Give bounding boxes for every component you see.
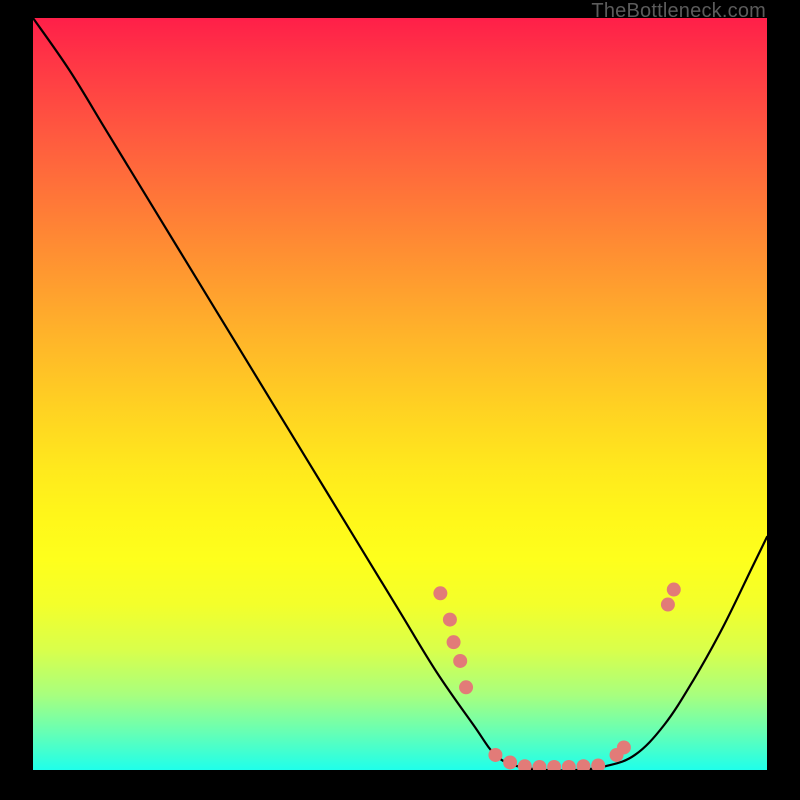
data-point	[453, 654, 467, 668]
data-point	[518, 759, 532, 770]
data-point	[503, 755, 517, 769]
data-point	[532, 760, 546, 770]
data-point	[617, 740, 631, 754]
data-point	[547, 760, 561, 770]
chart-plot-area	[33, 18, 767, 770]
data-point	[667, 583, 681, 597]
data-point	[591, 758, 605, 770]
bottleneck-curve	[33, 18, 767, 770]
data-point	[577, 759, 591, 770]
data-point	[488, 748, 502, 762]
chart-svg	[33, 18, 767, 770]
data-point	[562, 760, 576, 770]
watermark-text: TheBottleneck.com	[591, 0, 766, 23]
data-point	[443, 613, 457, 627]
data-point	[661, 598, 675, 612]
data-point	[447, 635, 461, 649]
data-points-group	[433, 583, 680, 770]
data-point	[459, 680, 473, 694]
data-point	[433, 586, 447, 600]
